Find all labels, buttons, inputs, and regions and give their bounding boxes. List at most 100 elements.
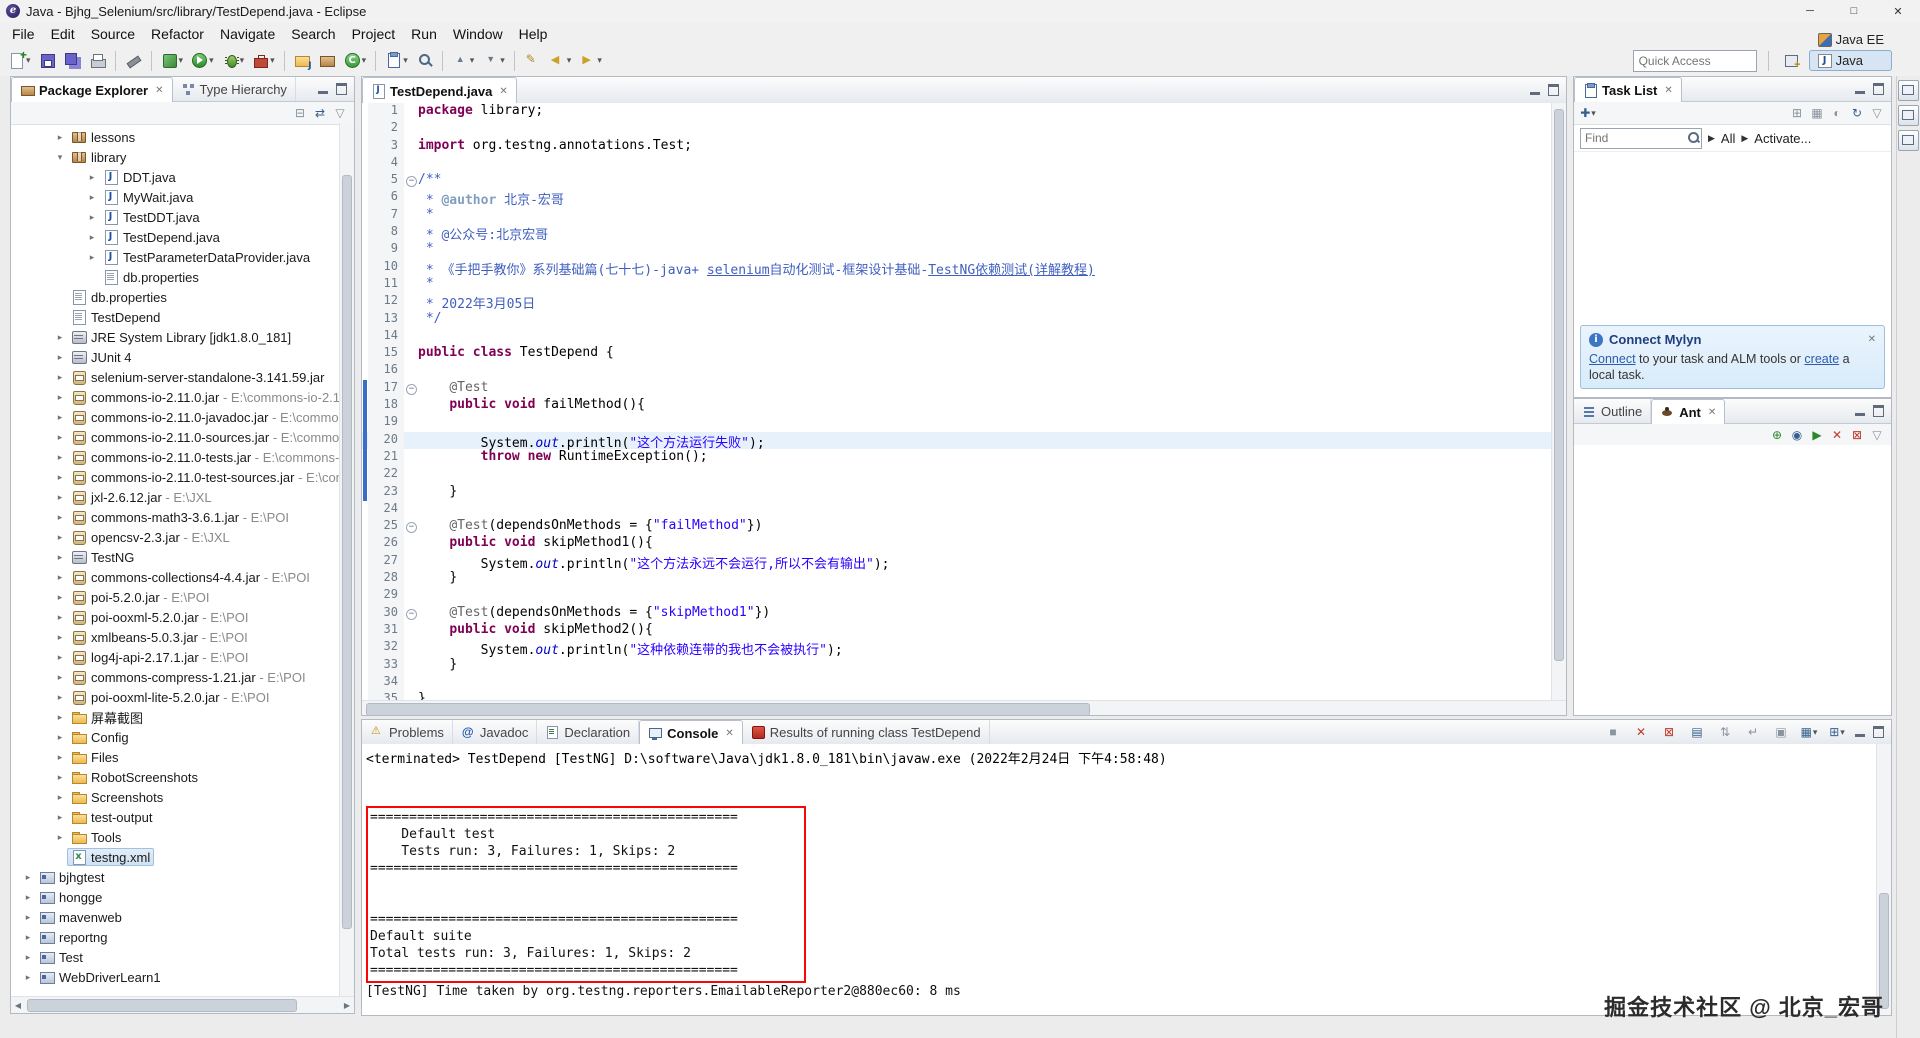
tab-type-hierarchy[interactable]: Type Hierarchy <box>173 77 296 101</box>
code-line[interactable]: 28 } <box>362 570 1552 588</box>
maximize-button[interactable]: □ <box>1832 0 1876 22</box>
tree-item[interactable]: ▸ log4j-api-2.17.1.jar - E:\POI <box>11 647 340 667</box>
save-all-button[interactable] <box>60 48 85 74</box>
view-minimize-button[interactable] <box>1855 91 1865 94</box>
code-line[interactable]: 6 * @author 北京-宏哥 <box>362 189 1552 208</box>
display-selected-console-button[interactable]: ▦ ▾ <box>1800 723 1818 741</box>
close-icon[interactable]: ✕ <box>1708 407 1716 418</box>
twistie-icon[interactable]: ▸ <box>85 232 99 243</box>
remove-all-terminated-button[interactable]: ⊠ <box>1660 723 1678 741</box>
new-package-button[interactable] <box>315 48 340 74</box>
code-line[interactable]: 4 <box>362 154 1552 173</box>
menu-navigate[interactable]: Navigate <box>212 24 283 44</box>
open-perspective-button[interactable] <box>1780 48 1803 74</box>
external-tools-button[interactable]: ▾ <box>248 48 279 74</box>
open-console-button[interactable]: ⊞ ▾ <box>1828 723 1846 741</box>
tree-item[interactable]: ▸ commons-collections4-4.4.jar - E:\POI <box>11 567 340 587</box>
minimize-button[interactable]: ─ <box>1788 0 1832 22</box>
remove-button[interactable]: ✕ <box>1828 426 1846 444</box>
twistie-icon[interactable]: ▸ <box>53 792 67 803</box>
tree-item[interactable]: ▸ mavenweb <box>11 907 340 927</box>
remove-all-button[interactable]: ⊠ <box>1848 426 1866 444</box>
synchronize-button[interactable]: ↻ <box>1848 104 1866 122</box>
twistie-icon[interactable]: ▸ <box>21 892 35 903</box>
scope-all-dropdown[interactable]: All <box>1721 131 1735 146</box>
tree-item[interactable]: ▸ commons-io-2.11.0-sources.jar - E:\comm… <box>11 427 340 447</box>
menu-edit[interactable]: Edit <box>43 24 83 44</box>
twistie-icon[interactable]: ▸ <box>53 652 67 663</box>
code-line[interactable]: 19 <box>362 414 1552 432</box>
code-line[interactable]: 13 */ <box>362 310 1552 328</box>
view-maximize-button[interactable] <box>336 83 347 95</box>
tree-item[interactable]: ▸ TestNG <box>11 547 340 567</box>
run-button[interactable]: ▾ <box>187 48 218 74</box>
tree-item[interactable]: ▾ library <box>11 147 340 167</box>
coverage-button[interactable]: ▾ <box>157 48 188 74</box>
search-button[interactable] <box>412 48 437 74</box>
tree-item[interactable]: ▸ reportng <box>11 927 340 947</box>
close-button[interactable]: ✕ <box>1876 0 1920 22</box>
view-maximize-button[interactable] <box>1873 726 1884 738</box>
add-buildfiles-button[interactable]: ⊕ <box>1768 426 1786 444</box>
tree-item[interactable]: db.properties <box>11 287 340 307</box>
fold-marker-icon[interactable] <box>404 518 418 535</box>
tree-item[interactable]: ▸ Screenshots <box>11 787 340 807</box>
tree-item[interactable]: ▸ poi-ooxml-lite-5.2.0.jar - E:\POI <box>11 687 340 707</box>
next-annotation-button[interactable]: ▾ <box>478 48 509 74</box>
close-icon[interactable]: ✕ <box>499 86 507 97</box>
code-line[interactable]: 26 public void skipMethod1(){ <box>362 535 1552 553</box>
tree-item[interactable]: ▸ WebDriverLearn1 <box>11 967 340 987</box>
run-build-button[interactable]: ▶ <box>1808 426 1826 444</box>
twistie-icon[interactable]: ▸ <box>85 252 99 263</box>
code-line[interactable]: 27 System.out.println("这个方法永远不会运行,所以不会有输… <box>362 552 1552 572</box>
tree-item[interactable]: ▸ JRE System Library [jdk1.8.0_181] <box>11 327 340 347</box>
code-line[interactable]: 7 * <box>362 206 1552 225</box>
twistie-icon[interactable]: ▸ <box>53 732 67 743</box>
code-line[interactable]: 8 * @公众号:北京宏哥 <box>362 224 1552 243</box>
categorized-button[interactable]: ⊞ <box>1788 104 1806 122</box>
twistie-icon[interactable]: ▸ <box>53 492 67 503</box>
tree-item[interactable]: db.properties <box>11 267 340 287</box>
code-line[interactable]: 12 * 2022年3月05日 <box>362 293 1552 312</box>
minimized-view-button[interactable] <box>1897 130 1919 151</box>
tab-problems[interactable]: Problems <box>362 720 453 744</box>
twistie-icon[interactable]: ▸ <box>21 872 35 883</box>
code-line[interactable]: 3 import org.testng.annotations.Test; <box>362 137 1552 155</box>
view-maximize-button[interactable] <box>1873 405 1884 417</box>
view-menu-button[interactable]: ▽ <box>1868 104 1886 122</box>
tree-item[interactable]: TestDepend <box>11 307 340 327</box>
close-icon[interactable]: ✕ <box>1868 334 1876 345</box>
tree-item[interactable]: ▸ commons-io-2.11.0-javadoc.jar - E:\comm… <box>11 407 340 427</box>
tree-item[interactable]: ▸ commons-io-2.11.0-tests.jar - E:\common… <box>11 447 340 467</box>
tab-javadoc[interactable]: Javadoc <box>453 720 538 744</box>
code-line[interactable]: 30 @Test(dependsOnMethods = {"skipMethod… <box>362 604 1552 622</box>
tree-item[interactable]: ▸ commons-math3-3.6.1.jar - E:\POI <box>11 507 340 527</box>
twistie-icon[interactable]: ▸ <box>53 372 67 383</box>
tree-item[interactable]: ▸ test-output <box>11 807 340 827</box>
create-link[interactable]: create <box>1804 352 1839 366</box>
tree-item[interactable]: ▸ selenium-server-standalone-3.141.59.jar <box>11 367 340 387</box>
menu-search[interactable]: Search <box>283 24 343 44</box>
code-line[interactable]: 17 @Test <box>362 379 1552 398</box>
twistie-icon[interactable]: ▸ <box>53 452 67 463</box>
twistie-icon[interactable]: ▸ <box>85 212 99 223</box>
twistie-icon[interactable]: ▸ <box>21 972 35 983</box>
code-line[interactable]: 29 <box>362 587 1552 605</box>
twistie-icon[interactable]: ▸ <box>53 572 67 583</box>
view-minimize-button[interactable] <box>1530 92 1540 95</box>
view-maximize-button[interactable] <box>1548 84 1559 96</box>
tree-item[interactable]: ▸MyWait.java <box>11 187 340 207</box>
connect-link[interactable]: Connect <box>1589 352 1636 366</box>
fold-marker-icon[interactable] <box>404 380 418 397</box>
code-editor[interactable]: 1 package library; 2 3 import org.testng.ann… <box>362 103 1552 701</box>
fold-marker-icon[interactable] <box>404 605 418 622</box>
twistie-icon[interactable]: ▸ <box>53 432 67 443</box>
twistie-icon[interactable]: ▾ <box>53 152 67 163</box>
tree-item[interactable]: ▸ RobotScreenshots <box>11 767 340 787</box>
code-line[interactable]: 9 * <box>362 241 1552 259</box>
scheduled-button[interactable]: ▦ <box>1808 104 1826 122</box>
menu-help[interactable]: Help <box>511 24 556 44</box>
tab-testdepend-java[interactable]: TestDepend.java✕ <box>362 77 517 104</box>
code-line[interactable]: 34 <box>362 673 1552 692</box>
code-line[interactable]: 18 public void failMethod(){ <box>362 397 1552 415</box>
